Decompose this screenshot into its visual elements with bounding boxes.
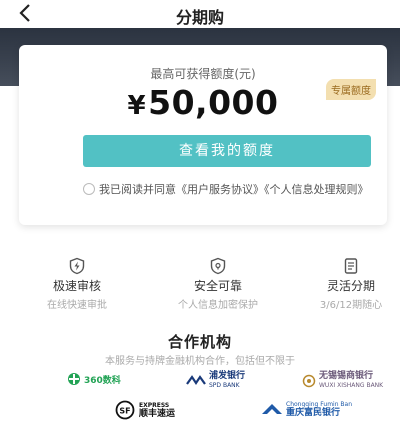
agreement-row: 我已阅读并同意《用户服务协议》《个人信息处理规则》: [83, 180, 373, 199]
fumin-bank-logo-icon: [262, 404, 282, 414]
partner-logo-xishang: 无锡锡商银行 WUXI XISHANG BANK: [302, 372, 383, 390]
svg-text:SF: SF: [119, 407, 130, 416]
page-title: 分期购: [175, 8, 224, 27]
partner-name: 重庆富民银行: [286, 408, 341, 418]
lock-shield-icon: [210, 257, 226, 275]
agree-checkbox[interactable]: [83, 183, 95, 195]
partner-logo-360: 360数科: [66, 372, 121, 386]
feature-title: 安全可靠: [193, 279, 242, 293]
360-logo-icon: [68, 373, 80, 385]
partner-logo-sf: SF EXPRESS 顺丰速运: [115, 400, 175, 420]
currency-symbol: ¥: [127, 91, 147, 121]
document-icon: [344, 258, 358, 274]
spd-bank-logo-icon: [186, 375, 206, 385]
feature-desc: 3/6/12期随心: [319, 300, 383, 311]
partner-subname: WUXI XISHANG BANK: [319, 382, 384, 389]
feature-title: 极速审核: [52, 279, 101, 293]
partner-name: 无锡锡商银行: [319, 371, 374, 381]
partner-name: 浦发银行: [209, 371, 246, 381]
feature-fast-review: 极速审核 在线快速审批: [12, 257, 142, 311]
partner-logo-spd: 浦发银行 SPD BANK: [186, 372, 245, 390]
feature-desc: 个人信息加密保护: [178, 300, 258, 311]
partner-logo-fumin: Chongqing Fumin Ban 重庆富民银行: [261, 400, 352, 418]
partners-title: 合作机构: [167, 333, 232, 351]
partner-name: 顺丰速运: [139, 409, 176, 419]
credit-card-panel: 最高可获得额度(元) ¥50,000 专属额度 查看我的额度 我已阅读并同意《用…: [19, 45, 387, 225]
partner-name: 360数科: [84, 375, 121, 386]
amount-value: 50,000: [148, 83, 279, 122]
xishang-bank-logo-icon: [302, 374, 316, 388]
lightning-shield-icon: [69, 257, 85, 275]
check-limit-button[interactable]: 查看我的额度: [83, 135, 371, 167]
partner-subname: SPD BANK: [209, 382, 240, 389]
feature-flexible: 灵活分期 3/6/12期随心: [286, 257, 400, 311]
agree-text: 我已阅读并同意: [99, 183, 176, 196]
feature-list: 极速审核 在线快速审批 安全可靠 个人信息加密保护 灵活分期 3/6/12期随心: [0, 257, 400, 311]
feature-secure: 安全可靠 个人信息加密保护: [153, 257, 283, 311]
partners-subtitle: 本服务与持牌金融机构合作，包括但不限于: [105, 356, 295, 367]
privacy-rules-link[interactable]: 《个人信息处理规则》: [264, 183, 369, 196]
feature-desc: 在线快速审批: [47, 300, 107, 311]
feature-title: 灵活分期: [326, 279, 375, 293]
exclusive-limit-badge: 专属额度: [326, 79, 376, 100]
nav-bar: 分期购: [0, 0, 400, 28]
user-agreement-link[interactable]: 《用户服务协议》: [176, 183, 264, 196]
sf-express-logo-icon: SF: [115, 400, 135, 420]
